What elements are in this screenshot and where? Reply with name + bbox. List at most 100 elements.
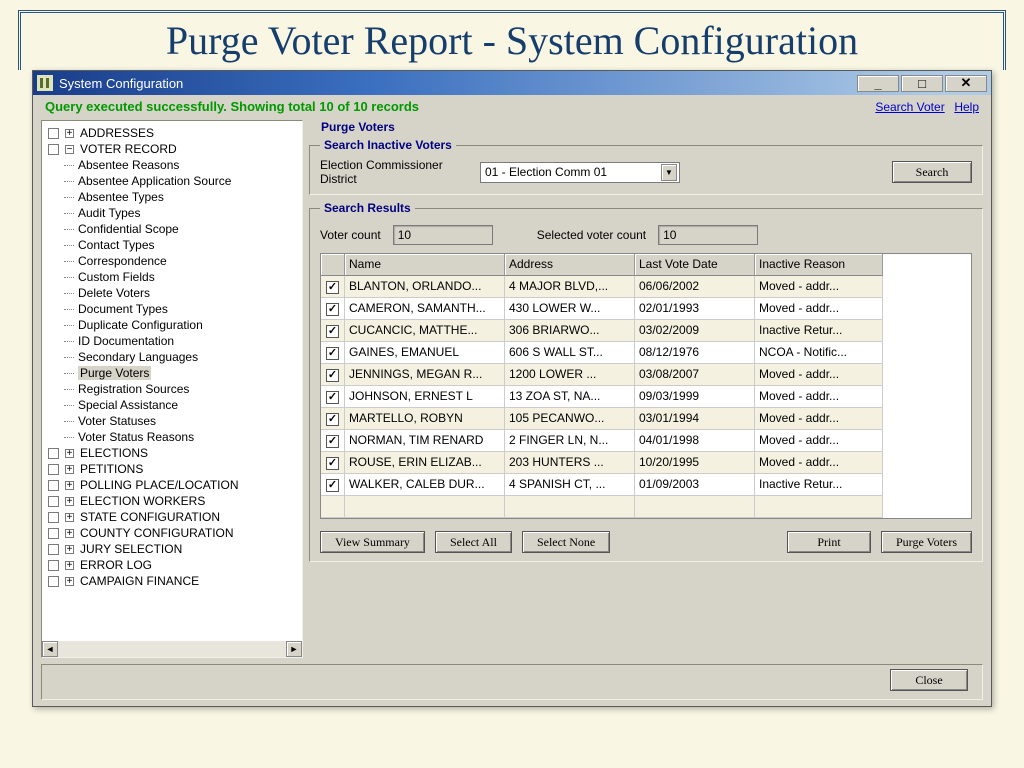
table-row[interactable]: ✓JOHNSON, ERNEST L13 ZOA ST, NA...09/03/… — [321, 386, 971, 408]
scroll-right-icon[interactable]: ► — [286, 641, 302, 657]
minimize-button[interactable]: _ — [857, 75, 899, 92]
tree-child[interactable]: Registration Sources — [44, 381, 302, 397]
tree-root[interactable]: +ELECTIONS — [44, 445, 302, 461]
print-button[interactable]: Print — [787, 531, 871, 553]
tree-root[interactable]: +POLLING PLACE/LOCATION — [44, 477, 302, 493]
close-window-button[interactable]: ✕ — [945, 75, 987, 92]
row-checkbox[interactable]: ✓ — [326, 391, 339, 404]
cell-reason: Moved - addr... — [755, 298, 883, 320]
chevron-down-icon[interactable]: ▼ — [661, 164, 677, 181]
cell-address: 4 MAJOR BLVD,... — [505, 276, 635, 298]
row-checkbox[interactable]: ✓ — [326, 325, 339, 338]
cell-name: MARTELLO, ROBYN — [345, 408, 505, 430]
cell-reason: Moved - addr... — [755, 430, 883, 452]
table-row[interactable]: ✓CUCANCIC, MATTHE...306 BRIARWO...03/02/… — [321, 320, 971, 342]
district-combobox[interactable]: 01 - Election Comm 01 ▼ — [480, 162, 680, 183]
cell-address: 306 BRIARWO... — [505, 320, 635, 342]
table-row[interactable]: ✓BLANTON, ORLANDO...4 MAJOR BLVD,...06/0… — [321, 276, 971, 298]
search-results-fieldset: Search Results Voter count 10 Selected v… — [309, 201, 983, 562]
nav-tree[interactable]: +ADDRESSES−VOTER RECORDAbsentee ReasonsA… — [41, 120, 303, 658]
tree-child[interactable]: ID Documentation — [44, 333, 302, 349]
search-button[interactable]: Search — [892, 161, 972, 183]
slide-title: Purge Voter Report - System Configuratio… — [18, 10, 1006, 70]
tree-child[interactable]: Duplicate Configuration — [44, 317, 302, 333]
col-last-vote[interactable]: Last Vote Date — [635, 254, 755, 276]
search-voter-link[interactable]: Search Voter — [875, 100, 944, 114]
cell-address: 4 SPANISH CT, ... — [505, 474, 635, 496]
tree-child[interactable]: Contact Types — [44, 237, 302, 253]
row-checkbox[interactable]: ✓ — [326, 347, 339, 360]
cell-date: 06/06/2002 — [635, 276, 755, 298]
scroll-left-icon[interactable]: ◄ — [42, 641, 58, 657]
row-checkbox[interactable]: ✓ — [326, 303, 339, 316]
panel-heading: Purge Voters — [321, 120, 983, 134]
tree-child[interactable]: Correspondence — [44, 253, 302, 269]
tree-child[interactable]: Audit Types — [44, 205, 302, 221]
view-summary-button[interactable]: View Summary — [320, 531, 425, 553]
table-row[interactable]: ✓CAMERON, SAMANTH...430 LOWER W...02/01/… — [321, 298, 971, 320]
select-all-button[interactable]: Select All — [435, 531, 512, 553]
row-checkbox[interactable]: ✓ — [326, 369, 339, 382]
tree-child[interactable]: Absentee Application Source — [44, 173, 302, 189]
cell-date: 03/01/1994 — [635, 408, 755, 430]
table-row[interactable]: ✓JENNINGS, MEGAN R...1200 LOWER ...03/08… — [321, 364, 971, 386]
cell-date: 10/20/1995 — [635, 452, 755, 474]
row-checkbox[interactable]: ✓ — [326, 457, 339, 470]
cell-date: 02/01/1993 — [635, 298, 755, 320]
tree-root[interactable]: +PETITIONS — [44, 461, 302, 477]
tree-child[interactable]: Voter Statuses — [44, 413, 302, 429]
status-message: Query executed successfully. Showing tot… — [45, 99, 419, 114]
table-row[interactable]: ✓GAINES, EMANUEL606 S WALL ST...08/12/19… — [321, 342, 971, 364]
cell-name: WALKER, CALEB DUR... — [345, 474, 505, 496]
close-button[interactable]: Close — [890, 669, 968, 691]
tree-child[interactable]: Absentee Reasons — [44, 157, 302, 173]
help-link[interactable]: Help — [954, 100, 979, 114]
tree-root[interactable]: +CAMPAIGN FINANCE — [44, 573, 302, 589]
district-value: 01 - Election Comm 01 — [485, 165, 607, 179]
col-name[interactable]: Name — [345, 254, 505, 276]
tree-root[interactable]: +STATE CONFIGURATION — [44, 509, 302, 525]
tree-root[interactable]: +JURY SELECTION — [44, 541, 302, 557]
tree-child[interactable]: Document Types — [44, 301, 302, 317]
tree-child[interactable]: Confidential Scope — [44, 221, 302, 237]
cell-name: JENNINGS, MEGAN R... — [345, 364, 505, 386]
tree-root[interactable]: +COUNTY CONFIGURATION — [44, 525, 302, 541]
tree-root[interactable]: +ERROR LOG — [44, 557, 302, 573]
cell-date: 09/03/1999 — [635, 386, 755, 408]
search-inactive-fieldset: Search Inactive Voters Election Commissi… — [309, 138, 983, 195]
col-address[interactable]: Address — [505, 254, 635, 276]
tree-hscrollbar[interactable]: ◄ ► — [42, 641, 302, 657]
results-grid: Name Address Last Vote Date Inactive Rea… — [320, 253, 972, 519]
row-checkbox[interactable]: ✓ — [326, 281, 339, 294]
window-title: System Configuration — [59, 76, 857, 91]
cell-name: GAINES, EMANUEL — [345, 342, 505, 364]
tree-root[interactable]: +ADDRESSES — [44, 125, 302, 141]
table-row[interactable]: ✓MARTELLO, ROBYN105 PECANWO...03/01/1994… — [321, 408, 971, 430]
cell-date: 01/09/2003 — [635, 474, 755, 496]
col-reason[interactable]: Inactive Reason — [755, 254, 883, 276]
tree-child[interactable]: Delete Voters — [44, 285, 302, 301]
row-checkbox[interactable]: ✓ — [326, 413, 339, 426]
table-row[interactable]: ✓ROUSE, ERIN ELIZAB...203 HUNTERS ...10/… — [321, 452, 971, 474]
tree-child[interactable]: Purge Voters — [44, 365, 302, 381]
cell-date: 04/01/1998 — [635, 430, 755, 452]
row-checkbox[interactable]: ✓ — [326, 435, 339, 448]
select-none-button[interactable]: Select None — [522, 531, 610, 553]
purge-voters-button[interactable]: Purge Voters — [881, 531, 972, 553]
tree-child[interactable]: Secondary Languages — [44, 349, 302, 365]
table-row[interactable]: ✓ WALKER, CALEB DUR...4 SPANISH CT, ...01… — [321, 474, 971, 496]
tree-child[interactable]: Absentee Types — [44, 189, 302, 205]
tree-child[interactable]: Custom Fields — [44, 269, 302, 285]
app-window: System Configuration _ □ ✕ Query execute… — [32, 70, 992, 707]
row-checkbox[interactable]: ✓ — [326, 479, 339, 492]
tree-root[interactable]: +ELECTION WORKERS — [44, 493, 302, 509]
cell-name: ROUSE, ERIN ELIZAB... — [345, 452, 505, 474]
table-row[interactable]: ✓NORMAN, TIM RENARD2 FINGER LN, N...04/0… — [321, 430, 971, 452]
maximize-button[interactable]: □ — [901, 75, 943, 92]
tree-child[interactable]: Voter Status Reasons — [44, 429, 302, 445]
cell-date: 03/02/2009 — [635, 320, 755, 342]
district-label: Election Commissioner District — [320, 158, 470, 186]
cell-date: 08/12/1976 — [635, 342, 755, 364]
tree-root[interactable]: −VOTER RECORD — [44, 141, 302, 157]
tree-child[interactable]: Special Assistance — [44, 397, 302, 413]
